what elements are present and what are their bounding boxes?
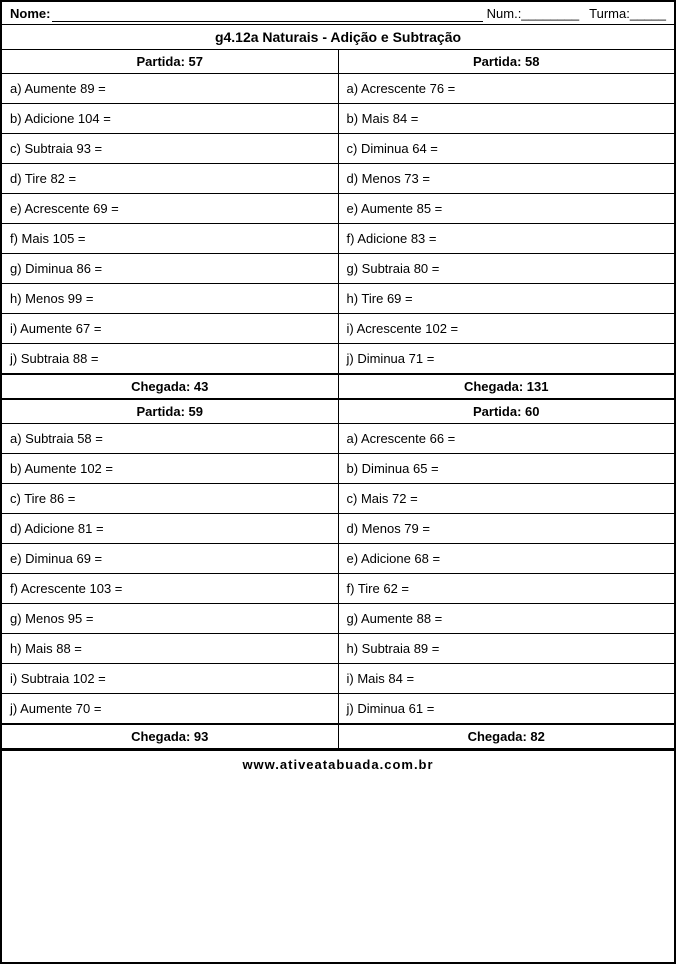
exercise-row-right-0-7: h) Tire 69 = [339,284,675,314]
exercise-row-left-0-5: f) Mais 105 = [2,224,338,254]
exercise-row-right-0-9: j) Diminua 71 = [339,344,675,374]
nome-underline [52,6,482,22]
exercise-row-left-1-9: j) Aumente 70 = [2,694,338,724]
exercise-row-right-0-8: i) Acrescente 102 = [339,314,675,344]
exercise-row-right-1-5: f) Tire 62 = [339,574,675,604]
chegada-left-1: Chegada: 93 [2,724,338,748]
exercise-row-right-0-1: b) Mais 84 = [339,104,675,134]
exercise-row-left-0-4: e) Acrescente 69 = [2,194,338,224]
partida-right-0: Partida: 58 [339,50,675,74]
exercise-row-right-1-0: a) Acrescente 66 = [339,424,675,454]
exercise-row-left-1-4: e) Diminua 69 = [2,544,338,574]
sections-container: Partida: 57a) Aumente 89 =b) Adicione 10… [2,50,674,750]
chegada-right-0: Chegada: 131 [339,374,675,398]
exercise-row-left-0-8: i) Aumente 67 = [2,314,338,344]
exercise-row-right-1-3: d) Menos 79 = [339,514,675,544]
exercise-row-left-0-1: b) Adicione 104 = [2,104,338,134]
section-pair-0: Partida: 57a) Aumente 89 =b) Adicione 10… [2,50,674,400]
partida-right-1: Partida: 60 [339,400,675,424]
exercise-row-left-0-0: a) Aumente 89 = [2,74,338,104]
section-left-1: Partida: 59a) Subtraia 58 =b) Aumente 10… [2,400,339,748]
exercise-row-right-0-5: f) Adicione 83 = [339,224,675,254]
exercise-row-left-0-2: c) Subtraia 93 = [2,134,338,164]
partida-left-0: Partida: 57 [2,50,338,74]
exercise-row-left-1-2: c) Tire 86 = [2,484,338,514]
exercise-row-right-1-7: h) Subtraia 89 = [339,634,675,664]
chegada-right-1: Chegada: 82 [339,724,675,748]
section-right-0: Partida: 58a) Acrescente 76 =b) Mais 84 … [339,50,675,398]
header-row: Nome: Num.:________ Turma:_____ [2,2,674,25]
exercise-row-right-1-2: c) Mais 72 = [339,484,675,514]
exercise-row-left-0-6: g) Diminua 86 = [2,254,338,284]
section-left-0: Partida: 57a) Aumente 89 =b) Adicione 10… [2,50,339,398]
chegada-left-0: Chegada: 43 [2,374,338,398]
exercise-row-right-1-8: i) Mais 84 = [339,664,675,694]
partida-left-1: Partida: 59 [2,400,338,424]
exercise-row-right-0-6: g) Subtraia 80 = [339,254,675,284]
exercise-row-right-1-9: j) Diminua 61 = [339,694,675,724]
exercise-row-left-0-7: h) Menos 99 = [2,284,338,314]
exercise-row-right-1-1: b) Diminua 65 = [339,454,675,484]
exercise-row-left-1-7: h) Mais 88 = [2,634,338,664]
turma-label: Turma:_____ [589,6,666,22]
exercise-row-right-0-4: e) Aumente 85 = [339,194,675,224]
exercise-row-right-1-6: g) Aumente 88 = [339,604,675,634]
exercise-row-right-0-0: a) Acrescente 76 = [339,74,675,104]
exercise-row-left-1-1: b) Aumente 102 = [2,454,338,484]
page-title: g4.12a Naturais - Adição e Subtração [2,25,674,50]
exercise-row-left-1-3: d) Adicione 81 = [2,514,338,544]
exercise-row-left-1-0: a) Subtraia 58 = [2,424,338,454]
num-label: Num.:________ [487,6,580,22]
exercise-row-left-0-3: d) Tire 82 = [2,164,338,194]
exercise-row-right-1-4: e) Adicione 68 = [339,544,675,574]
exercise-row-right-0-3: d) Menos 73 = [339,164,675,194]
exercise-row-left-1-5: f) Acrescente 103 = [2,574,338,604]
section-pair-1: Partida: 59a) Subtraia 58 =b) Aumente 10… [2,400,674,750]
exercise-row-left-0-9: j) Subtraia 88 = [2,344,338,374]
exercise-row-left-1-8: i) Subtraia 102 = [2,664,338,694]
exercise-row-right-0-2: c) Diminua 64 = [339,134,675,164]
section-right-1: Partida: 60a) Acrescente 66 =b) Diminua … [339,400,675,748]
nome-label: Nome: [10,6,50,22]
footer: www.ativeatabuada.com.br [2,750,674,776]
exercise-row-left-1-6: g) Menos 95 = [2,604,338,634]
